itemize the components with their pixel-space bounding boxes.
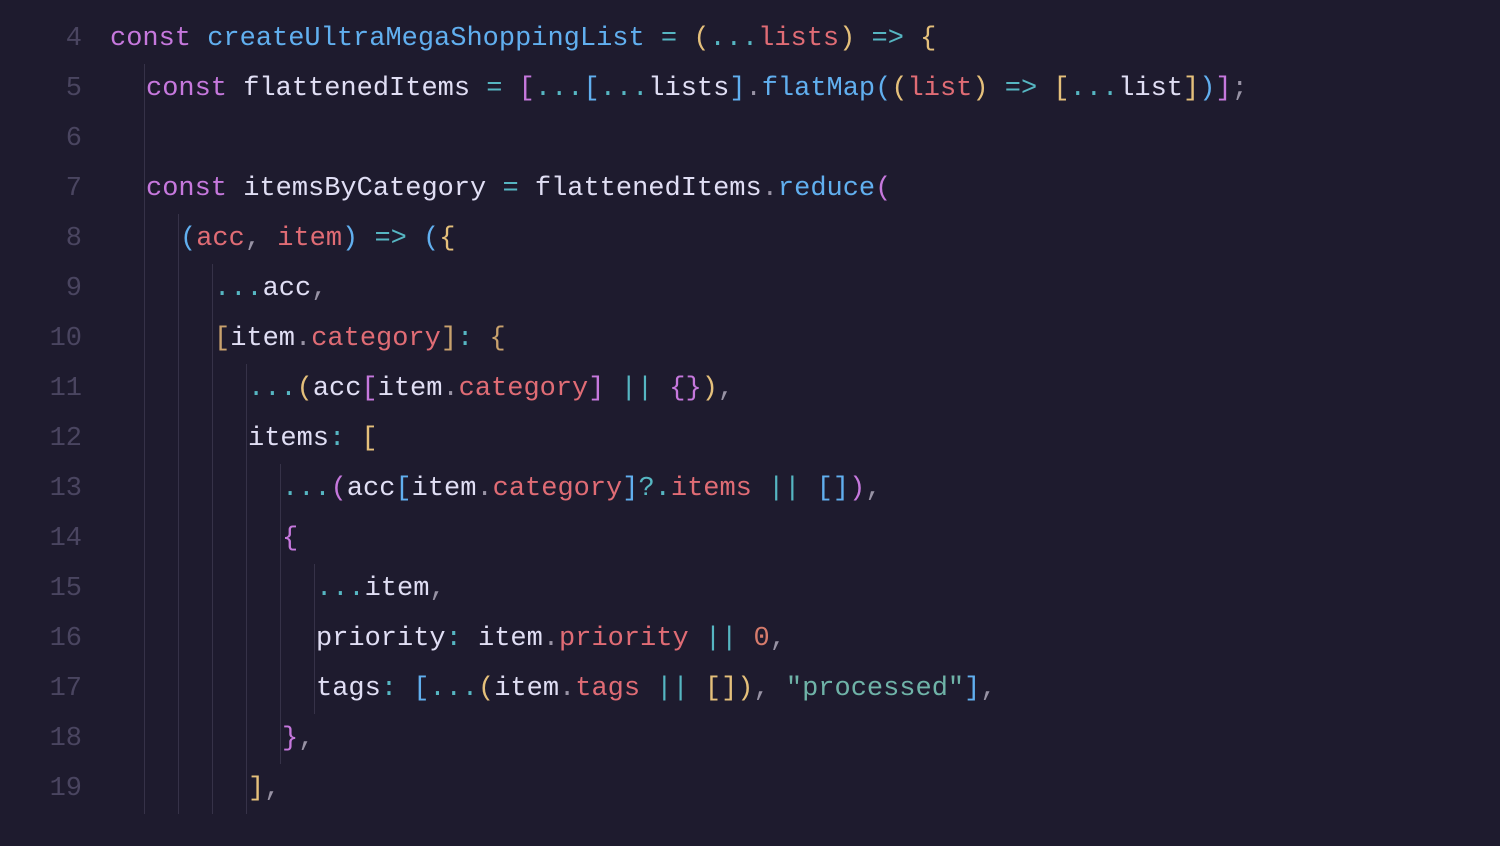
- code-line[interactable]: const itemsByCategory = flattenedItems.r…: [110, 164, 1500, 214]
- line-number: 17: [0, 664, 82, 714]
- line-number: 8: [0, 214, 82, 264]
- line-number: 10: [0, 314, 82, 364]
- indent-guide: [144, 114, 145, 164]
- code-line[interactable]: },: [110, 714, 1500, 764]
- code-line[interactable]: ...acc,: [110, 264, 1500, 314]
- code-line-text: [item.category]: {: [110, 314, 506, 364]
- line-number: 11: [0, 364, 82, 414]
- line-number: 6: [0, 114, 82, 164]
- code-line-text: priority: item.priority || 0,: [110, 614, 786, 664]
- line-number: 5: [0, 64, 82, 114]
- line-number: 7: [0, 164, 82, 214]
- line-number: 18: [0, 714, 82, 764]
- line-number: 12: [0, 414, 82, 464]
- code-line[interactable]: [item.category]: {: [110, 314, 1500, 364]
- line-number: 4: [0, 14, 82, 64]
- line-number: 9: [0, 264, 82, 314]
- code-line[interactable]: const createUltraMegaShoppingList = (...…: [110, 14, 1500, 64]
- code-line[interactable]: ],: [110, 764, 1500, 814]
- code-line[interactable]: items: [: [110, 414, 1500, 464]
- code-line[interactable]: const flattenedItems = [...[...lists].fl…: [110, 64, 1500, 114]
- line-number: 3: [0, 0, 82, 14]
- code-area[interactable]: const createUltraMegaShoppingList = (...…: [110, 0, 1500, 846]
- code-line-text: ...(acc[item.category] || {}),: [110, 364, 734, 414]
- line-number: 14: [0, 514, 82, 564]
- code-line[interactable]: [110, 114, 1500, 164]
- code-line[interactable]: {: [110, 514, 1500, 564]
- code-line[interactable]: priority: item.priority || 0,: [110, 614, 1500, 664]
- code-line-text: const itemsByCategory = flattenedItems.r…: [110, 164, 891, 214]
- code-line-text: const flattenedItems = [...[...lists].fl…: [110, 64, 1248, 114]
- line-number-gutter: 345678910111213141516171819: [0, 0, 110, 846]
- code-line-text: const createUltraMegaShoppingList = (...…: [110, 14, 936, 64]
- code-line-text: tags: [...(item.tags || []), "processed"…: [110, 664, 997, 714]
- code-line-text: ...(acc[item.category]?.items || []),: [110, 464, 882, 514]
- line-number: 15: [0, 564, 82, 614]
- line-number: 19: [0, 764, 82, 814]
- code-line-text: ...item,: [110, 564, 446, 614]
- code-line[interactable]: tags: [...(item.tags || []), "processed"…: [110, 664, 1500, 714]
- code-line-text: ],: [110, 764, 280, 814]
- code-line-text: (acc, item) => ({: [110, 214, 455, 264]
- code-line[interactable]: ...(acc[item.category] || {}),: [110, 364, 1500, 414]
- code-line[interactable]: (acc, item) => ({: [110, 214, 1500, 264]
- code-line[interactable]: ...item,: [110, 564, 1500, 614]
- code-line[interactable]: [110, 0, 1500, 14]
- code-line-text: {: [110, 514, 298, 564]
- code-editor[interactable]: 345678910111213141516171819 const create…: [0, 0, 1500, 846]
- code-line[interactable]: ...(acc[item.category]?.items || []),: [110, 464, 1500, 514]
- code-line-text: ...acc,: [110, 264, 327, 314]
- code-line-text: items: [: [110, 414, 378, 464]
- line-number: 13: [0, 464, 82, 514]
- code-line-text: },: [110, 714, 314, 764]
- line-number: 16: [0, 614, 82, 664]
